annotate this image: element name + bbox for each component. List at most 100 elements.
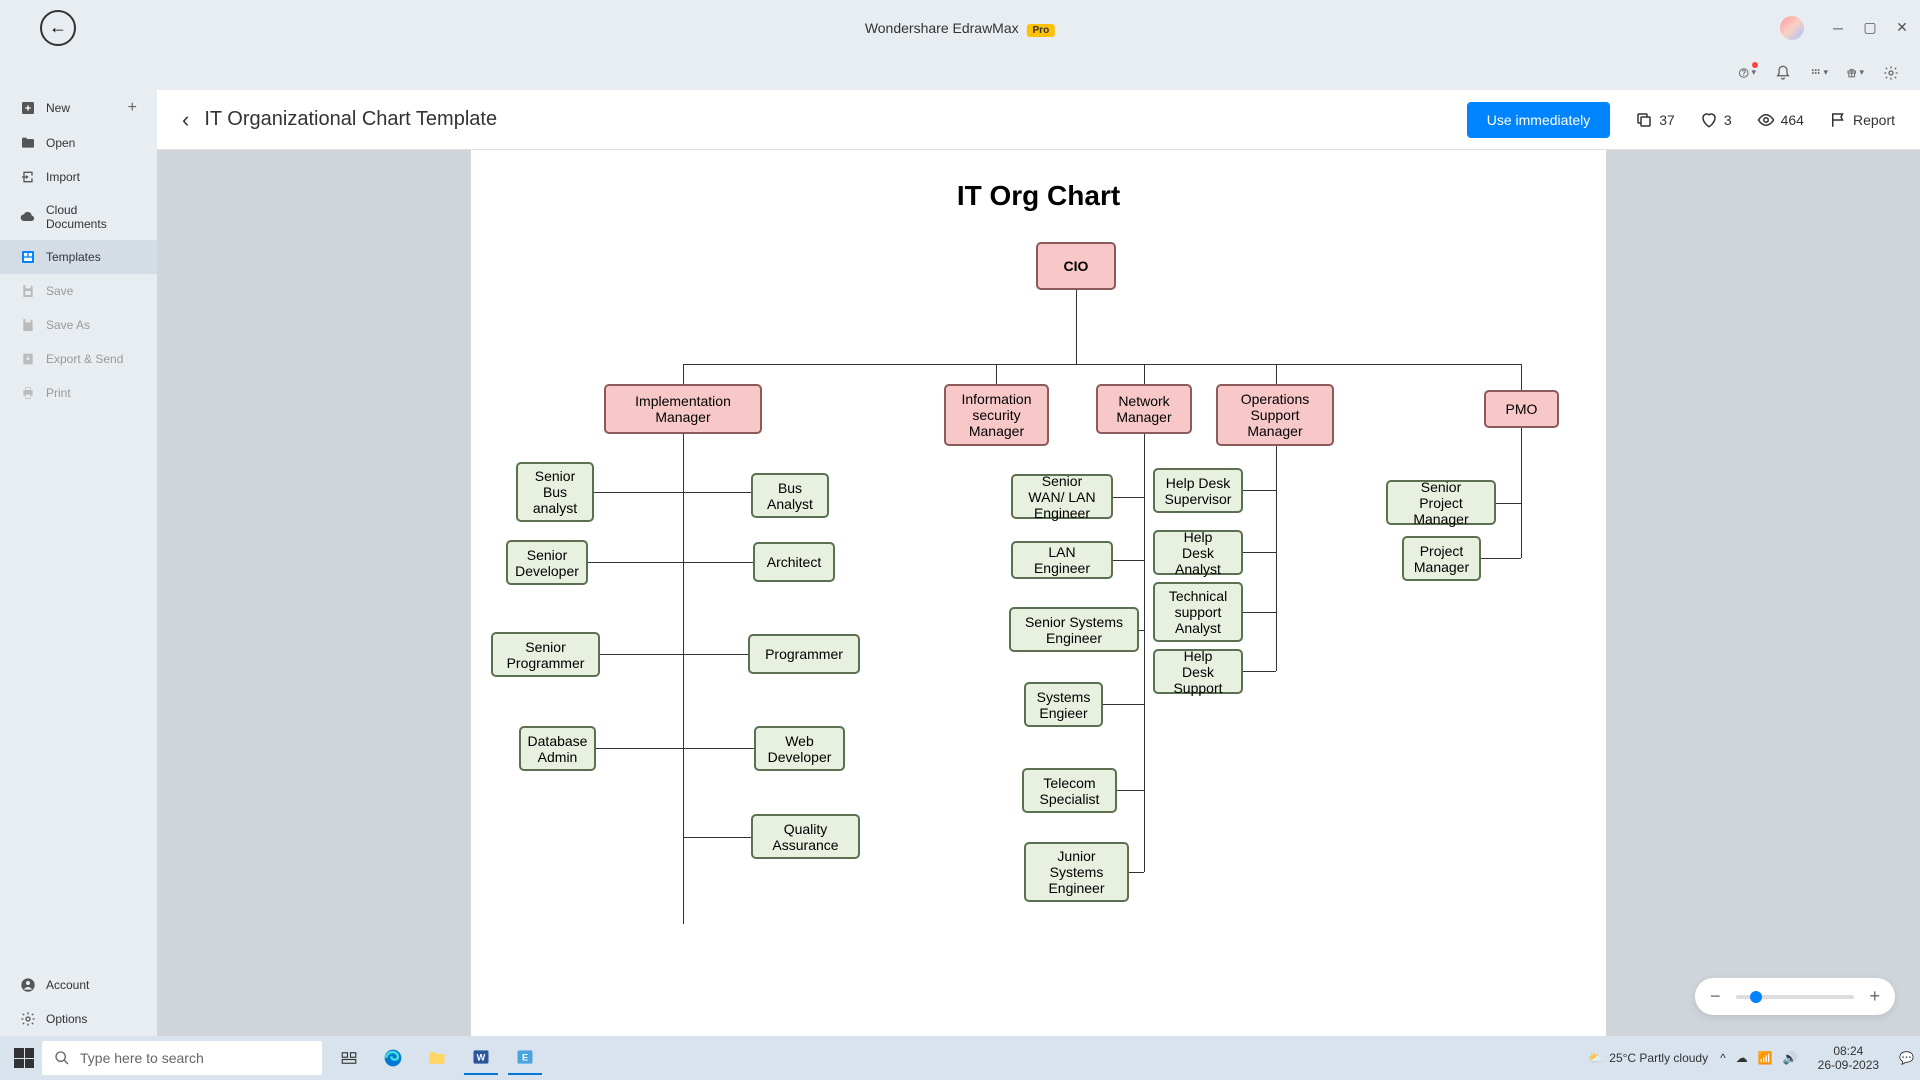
- volume-icon[interactable]: 🔊: [1783, 1051, 1798, 1065]
- notifications-icon[interactable]: 💬: [1899, 1051, 1914, 1065]
- sidebar-item-export[interactable]: Export & Send: [0, 342, 157, 376]
- node-tech-support-analyst[interactable]: Technical support Analyst: [1153, 582, 1243, 642]
- close-button[interactable]: ✕: [1894, 20, 1910, 36]
- back-chevron-icon[interactable]: ‹: [182, 107, 189, 133]
- account-icon: [20, 977, 36, 993]
- node-senior-developer[interactable]: Senior Developer: [506, 540, 588, 585]
- sidebar-item-options[interactable]: Options: [0, 1002, 157, 1036]
- minimize-button[interactable]: ─: [1830, 20, 1846, 36]
- task-view-icon[interactable]: [332, 1041, 366, 1075]
- sidebar-item-import[interactable]: Import: [0, 160, 157, 194]
- chart-title: IT Org Chart: [491, 180, 1586, 212]
- bell-icon[interactable]: [1774, 64, 1792, 82]
- sidebar-item-account[interactable]: Account: [0, 968, 157, 1002]
- copies-stat[interactable]: 37: [1635, 111, 1675, 129]
- views-stat[interactable]: 464: [1757, 111, 1804, 129]
- system-tray: ^ ☁ 📶 🔊: [1720, 1051, 1798, 1065]
- edraw-icon[interactable]: E: [508, 1041, 542, 1075]
- sidebar-label: Print: [46, 386, 71, 400]
- node-programmer[interactable]: Programmer: [748, 634, 860, 674]
- node-systems-engineer[interactable]: Systems Engieer: [1024, 682, 1103, 727]
- likes-stat[interactable]: 3: [1700, 111, 1732, 129]
- edge-icon[interactable]: [376, 1041, 410, 1075]
- app-title: Wondershare EdrawMax Pro: [865, 20, 1055, 36]
- sidebar-item-new[interactable]: New +: [0, 90, 157, 126]
- node-helpdesk-analyst[interactable]: Help Desk Analyst: [1153, 530, 1243, 575]
- explorer-icon[interactable]: [420, 1041, 454, 1075]
- sidebar-label: Cloud Documents: [46, 203, 137, 231]
- zoom-control: − +: [1695, 978, 1895, 1015]
- node-lan-engineer[interactable]: LAN Engineer: [1011, 541, 1113, 579]
- save-icon: [20, 283, 36, 299]
- heart-icon: [1700, 111, 1718, 129]
- taskbar-search[interactable]: Type here to search: [42, 1041, 322, 1075]
- node-senior-programmer[interactable]: Senior Programmer: [491, 632, 600, 677]
- sidebar-item-saveas[interactable]: Save As: [0, 308, 157, 342]
- node-bus-analyst[interactable]: Bus Analyst: [751, 473, 829, 518]
- copy-icon: [1635, 111, 1653, 129]
- node-senior-project-manager[interactable]: Senior Project Manager: [1386, 480, 1496, 525]
- plus-icon[interactable]: +: [128, 99, 137, 117]
- copies-count: 37: [1659, 112, 1675, 128]
- sidebar-label: Import: [46, 170, 80, 184]
- node-impl-manager[interactable]: Implementation Manager: [604, 384, 762, 434]
- node-quality-assurance[interactable]: Quality Assurance: [751, 814, 860, 859]
- weather-widget[interactable]: ⛅ 25°C Partly cloudy: [1588, 1051, 1708, 1065]
- node-network-manager[interactable]: Network Manager: [1096, 384, 1192, 434]
- report-button[interactable]: Report: [1829, 111, 1895, 129]
- sidebar-item-open[interactable]: Open: [0, 126, 157, 160]
- weather-icon: ⛅: [1588, 1051, 1603, 1065]
- folder-icon: [20, 135, 36, 151]
- node-database-admin[interactable]: Database Admin: [519, 726, 596, 771]
- back-button[interactable]: ←: [40, 10, 76, 46]
- help-icon[interactable]: ▾: [1738, 64, 1756, 82]
- top-toolbar: ▾ ▾ ▾: [0, 55, 1920, 90]
- node-telecom-specialist[interactable]: Telecom Specialist: [1022, 768, 1117, 813]
- use-immediately-button[interactable]: Use immediately: [1467, 102, 1610, 138]
- sidebar-label: Save: [46, 284, 73, 298]
- node-junior-systems-eng[interactable]: Junior Systems Engineer: [1024, 842, 1129, 902]
- gift-icon[interactable]: ▾: [1846, 64, 1864, 82]
- node-ops-manager[interactable]: Operations Support Manager: [1216, 384, 1334, 446]
- apps-icon[interactable]: ▾: [1810, 64, 1828, 82]
- sidebar-item-templates[interactable]: Templates: [0, 240, 157, 274]
- node-senior-systems-eng[interactable]: Senior Systems Engineer: [1009, 607, 1139, 652]
- node-cio[interactable]: CIO: [1036, 242, 1116, 290]
- tray-chevron-icon[interactable]: ^: [1720, 1051, 1726, 1065]
- pro-badge: Pro: [1027, 24, 1056, 37]
- node-web-developer[interactable]: Web Developer: [754, 726, 845, 771]
- sidebar-label: Export & Send: [46, 352, 123, 366]
- node-senior-bus-analyst[interactable]: Senior Bus analyst: [516, 462, 594, 522]
- zoom-in-button[interactable]: +: [1869, 986, 1880, 1007]
- node-helpdesk-supervisor[interactable]: Help Desk Supervisor: [1153, 468, 1243, 513]
- options-icon: [20, 1011, 36, 1027]
- app-name-text: Wondershare EdrawMax: [865, 20, 1019, 36]
- sidebar-item-save[interactable]: Save: [0, 274, 157, 308]
- flag-icon: [1829, 111, 1847, 129]
- node-architect[interactable]: Architect: [753, 542, 835, 582]
- zoom-thumb[interactable]: [1750, 991, 1762, 1003]
- maximize-button[interactable]: ▢: [1862, 20, 1878, 36]
- zoom-slider[interactable]: [1736, 995, 1855, 999]
- search-placeholder: Type here to search: [80, 1050, 204, 1066]
- node-infosec-manager[interactable]: Information security Manager: [944, 384, 1049, 446]
- sidebar-label: Options: [46, 1012, 87, 1026]
- start-button[interactable]: [14, 1048, 34, 1068]
- node-helpdesk-support[interactable]: Help Desk Support: [1153, 649, 1243, 694]
- canvas[interactable]: IT Org Chart CIO Implementation Manager …: [471, 150, 1606, 1036]
- onedrive-icon[interactable]: ☁: [1736, 1051, 1748, 1065]
- node-senior-wan-lan[interactable]: Senior WAN/ LAN Engineer: [1011, 474, 1113, 519]
- word-icon[interactable]: W: [464, 1041, 498, 1075]
- zoom-out-button[interactable]: −: [1710, 986, 1721, 1007]
- sidebar-label: Open: [46, 136, 75, 150]
- taskbar-clock[interactable]: 08:24 26-09-2023: [1818, 1044, 1879, 1073]
- user-avatar[interactable]: [1780, 16, 1804, 40]
- node-pmo[interactable]: PMO: [1484, 390, 1559, 428]
- sidebar-item-print[interactable]: Print: [0, 376, 157, 410]
- sidebar-label: Account: [46, 978, 89, 992]
- gear-icon[interactable]: [1882, 64, 1900, 82]
- header-actions: Use immediately 37 3 464 Report: [1467, 102, 1895, 138]
- node-project-manager[interactable]: Project Manager: [1402, 536, 1481, 581]
- sidebar-item-cloud[interactable]: Cloud Documents: [0, 194, 157, 240]
- wifi-icon[interactable]: 📶: [1758, 1051, 1773, 1065]
